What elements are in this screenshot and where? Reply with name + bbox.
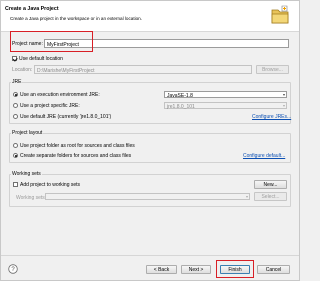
- location-value: D:\Marishe\MyFirstProject: [37, 67, 95, 74]
- execution-environment-value: JavaSE-1.8: [167, 92, 193, 99]
- chevron-down-icon: [246, 196, 248, 198]
- footer-separator: [1, 255, 299, 256]
- finish-button-highlight: [216, 260, 254, 278]
- location-label: Location:: [12, 67, 33, 73]
- wizard-banner: Create a Java Project Create a Java proj…: [1, 1, 299, 32]
- working-sets-group: [9, 174, 291, 207]
- project-specific-jre-select[interactable]: jre1.8.0_101: [164, 102, 287, 110]
- chevron-down-icon: [283, 94, 285, 96]
- add-to-working-sets-label: Add project to working sets: [20, 182, 81, 188]
- back-button[interactable]: < Back: [146, 265, 177, 274]
- working-sets-select[interactable]: [45, 193, 250, 200]
- project-name-highlight: [10, 31, 93, 52]
- next-button[interactable]: Next >: [181, 265, 211, 274]
- jre-default-radio[interactable]: [13, 114, 18, 119]
- cancel-button[interactable]: Cancel: [257, 265, 290, 274]
- layout-separate-folders-radio[interactable]: [13, 153, 18, 158]
- jre-execution-environment-label: Use an execution environment JRE:: [20, 92, 100, 98]
- layout-root-folder-radio[interactable]: [13, 143, 18, 148]
- jre-project-specific-label: Use a project specific JRE:: [20, 103, 80, 109]
- chevron-down-icon: [283, 105, 285, 107]
- browse-button[interactable]: Browse...: [256, 65, 289, 74]
- jre-project-specific-radio[interactable]: [13, 103, 18, 108]
- layout-separate-folders-label: Create separate folders for sources and …: [20, 153, 132, 159]
- select-working-sets-button[interactable]: Select...: [254, 192, 287, 201]
- configure-default-link[interactable]: Configure default...: [243, 153, 285, 159]
- wizard-title: Create a Java Project: [5, 6, 59, 12]
- configure-jres-link[interactable]: Configure JREs...: [252, 114, 291, 120]
- jre-default-label: Use default JRE (currently 'jre1.8.0_101…: [20, 114, 112, 120]
- add-to-working-sets-checkbox[interactable]: [13, 182, 18, 187]
- jre-execution-environment-radio[interactable]: [13, 92, 18, 97]
- java-project-wizard-icon: [269, 4, 291, 26]
- help-icon[interactable]: ?: [8, 264, 18, 274]
- use-default-location-checkbox[interactable]: [12, 56, 17, 61]
- project-layout-group-label: Project layout: [11, 130, 44, 136]
- working-sets-label: Working sets:: [16, 195, 47, 201]
- new-working-set-button[interactable]: New...: [254, 180, 287, 189]
- new-java-project-dialog: Create a Java Project Create a Java proj…: [0, 0, 300, 281]
- location-input[interactable]: D:\Marishe\MyFirstProject: [34, 65, 252, 74]
- layout-root-folder-label: Use project folder as root for sources a…: [20, 143, 135, 149]
- project-specific-jre-value: jre1.8.0_101: [167, 103, 195, 110]
- wizard-subtitle: Create a Java project in the workspace o…: [10, 16, 143, 21]
- jre-group-label: JRE: [11, 79, 23, 85]
- execution-environment-select[interactable]: JavaSE-1.8: [164, 91, 287, 99]
- working-sets-group-label: Working sets: [11, 171, 42, 177]
- use-default-location-label: Use default location: [19, 56, 63, 62]
